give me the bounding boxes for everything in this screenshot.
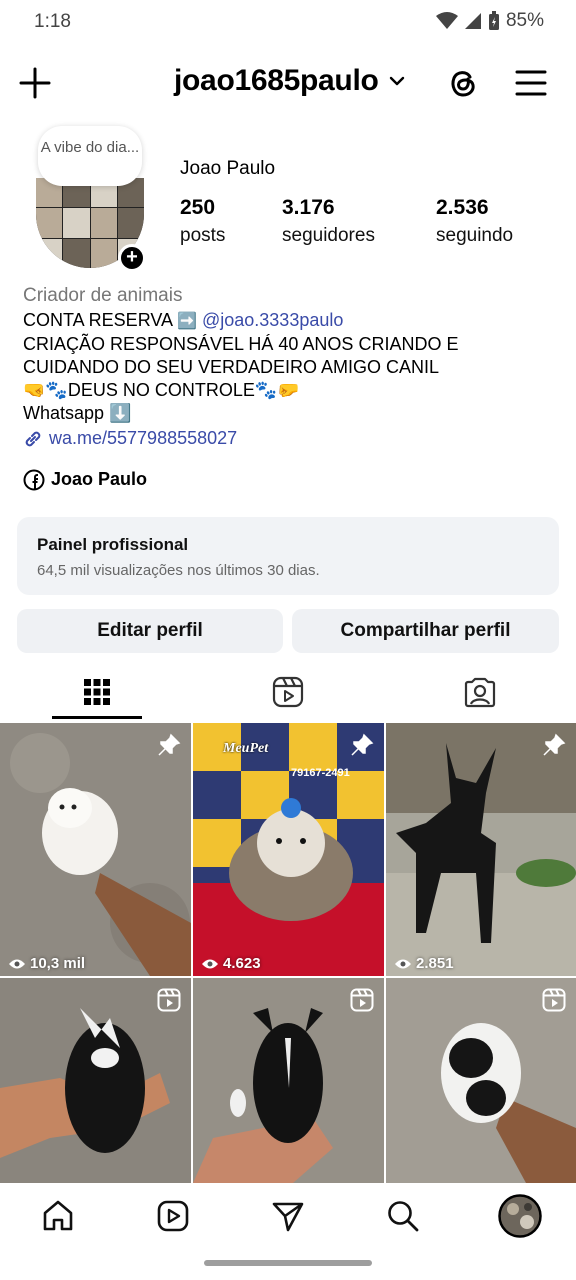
home-indicator <box>204 1260 372 1266</box>
stat-posts-label: posts <box>180 225 226 246</box>
stat-posts[interactable]: 250 posts <box>180 196 225 247</box>
tab-tagged[interactable] <box>435 664 525 720</box>
tab-reels[interactable] <box>243 664 333 720</box>
content-tabs <box>0 664 576 720</box>
eye-icon <box>395 959 411 968</box>
username: joao1685paulo <box>174 64 379 97</box>
arrow-right-emoji: ➡️ <box>177 313 197 330</box>
pin-icon <box>350 733 374 762</box>
stat-following[interactable]: 2.536 seguindo <box>436 196 513 247</box>
professional-dashboard-subtitle: 64,5 mil visualizações nos últimos 30 di… <box>37 562 320 579</box>
post-views-count: 4.623 <box>223 955 261 972</box>
bio-category: Criador de animais <box>23 285 183 306</box>
nav-reels[interactable] <box>153 1196 193 1236</box>
link-icon <box>25 431 41 446</box>
bio-website-link[interactable]: wa.me/5577988558027 <box>23 427 563 450</box>
stat-followers-label: seguidores <box>282 225 375 246</box>
status-icons: 85% <box>435 10 544 32</box>
signal-icon <box>464 13 481 29</box>
bio-line-1: CONTA RESERVA ➡️ @joao.3333paulo <box>23 309 563 333</box>
edit-profile-button[interactable]: Editar perfil <box>17 609 283 653</box>
profile-header: joao1685paulo <box>0 56 576 110</box>
note-bubble[interactable]: A vibe do dia... <box>38 126 142 186</box>
bio-line-1-text: CONTA RESERVA <box>23 310 178 330</box>
pin-icon <box>157 733 181 762</box>
eye-icon <box>9 959 25 968</box>
reel-icon <box>542 988 566 1017</box>
send-icon <box>272 1202 304 1232</box>
post-brand-text: MeuPet <box>223 741 269 756</box>
professional-dashboard-title: Painel profissional <box>37 535 189 554</box>
threads-icon[interactable] <box>446 66 480 100</box>
bio-line-4: 🤜🐾DEUS NO CONTROLE🐾🤛 <box>23 380 300 400</box>
battery-level: 85% <box>505 10 544 31</box>
facebook-link[interactable]: Joao Paulo <box>23 468 563 491</box>
post-views-count: 2.851 <box>416 955 454 972</box>
stat-following-count: 2.536 <box>436 196 489 219</box>
account-switcher[interactable]: joao1685paulo <box>174 64 405 98</box>
bio-line-5: Whatsapp ⬇️ <box>23 403 132 423</box>
post-thumbnail[interactable] <box>0 978 191 1183</box>
stat-followers-count: 3.176 <box>282 196 335 219</box>
add-story-icon[interactable]: + <box>118 244 146 272</box>
reel-icon <box>350 988 374 1017</box>
post-thumbnail[interactable]: 10,3 mil <box>0 723 191 976</box>
reels-nav-icon <box>157 1200 189 1232</box>
search-icon <box>388 1201 419 1232</box>
reel-icon <box>157 988 181 1017</box>
pin-icon <box>542 733 566 762</box>
active-tab-indicator <box>52 716 142 719</box>
home-icon <box>43 1200 73 1231</box>
post-thumbnail[interactable]: MeuPet 79167-2491 4.623 <box>193 723 384 976</box>
avatar-section[interactable]: A vibe do dia... + <box>34 126 148 274</box>
chevron-down-icon <box>389 76 404 86</box>
facebook-icon <box>23 469 45 490</box>
eye-icon <box>202 959 218 968</box>
post-thumbnail[interactable] <box>386 978 576 1183</box>
facebook-name: Joao Paulo <box>51 469 148 489</box>
bio-line-3: CUIDANDO DO SEU VERDADEIRO AMIGO CANIL <box>23 357 440 377</box>
bottom-navigation <box>0 1186 576 1250</box>
reels-icon <box>272 676 304 708</box>
menu-icon[interactable] <box>514 68 548 98</box>
grid-icon <box>84 679 110 705</box>
post-views: 10,3 mil <box>8 955 85 972</box>
nav-profile[interactable] <box>498 1194 542 1238</box>
tab-posts-grid[interactable] <box>52 664 142 720</box>
post-views: 2.851 <box>394 955 454 972</box>
post-phone-text: 79167-2491 <box>291 767 350 779</box>
status-bar: 1:18 85% <box>0 0 576 46</box>
stat-posts-count: 250 <box>180 196 216 219</box>
post-views: 4.623 <box>201 955 261 972</box>
bio-link-text: wa.me/5577988558027 <box>49 428 238 448</box>
full-name: Joao Paulo <box>180 158 276 179</box>
bio-mention-link[interactable]: @joao.3333paulo <box>202 310 343 330</box>
create-plus-icon[interactable] <box>18 66 52 100</box>
nav-messages[interactable] <box>268 1196 308 1236</box>
stat-following-label: seguindo <box>436 225 514 246</box>
battery-icon <box>488 11 499 30</box>
bio: Criador de animais CONTA RESERVA ➡️ @joa… <box>23 284 563 491</box>
tagged-icon <box>464 677 496 708</box>
stat-followers[interactable]: 3.176 seguidores <box>282 196 375 247</box>
nav-home[interactable] <box>38 1196 78 1236</box>
posts-grid: 10,3 mil MeuPet 79167-2491 4.623 2.851 <box>0 723 576 1183</box>
post-thumbnail[interactable]: 2.851 <box>386 723 576 976</box>
post-thumbnail[interactable] <box>193 978 384 1183</box>
share-profile-button[interactable]: Compartilhar perfil <box>292 609 559 653</box>
post-views-count: 10,3 mil <box>30 955 86 972</box>
professional-dashboard[interactable]: Painel profissional 64,5 mil visualizaçõ… <box>17 517 559 595</box>
wifi-icon <box>435 12 458 29</box>
status-time: 1:18 <box>34 11 71 32</box>
profile-avatar-icon <box>498 1194 542 1238</box>
nav-search[interactable] <box>383 1196 423 1236</box>
bio-line-2: CRIAÇÃO RESPONSÁVEL HÁ 40 ANOS CRIANDO E <box>23 334 459 354</box>
